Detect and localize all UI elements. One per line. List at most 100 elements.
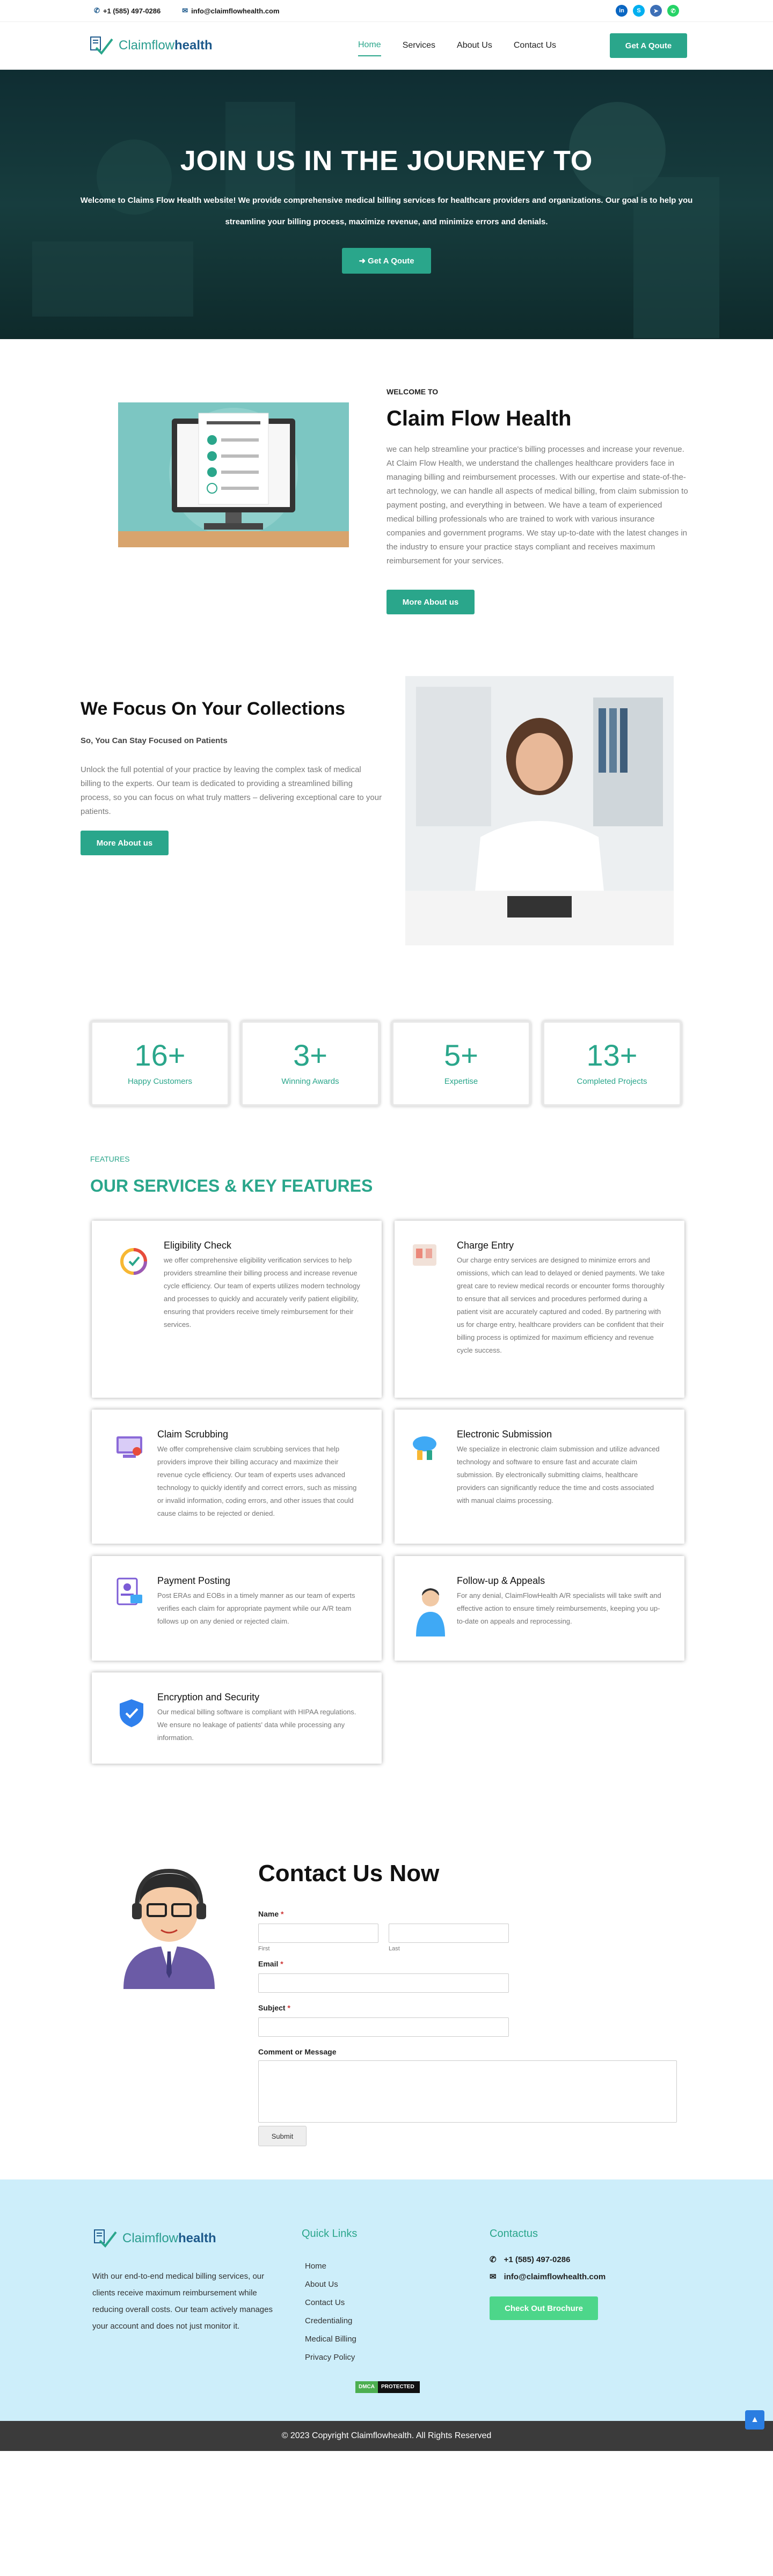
last-hint: Last bbox=[389, 1946, 400, 1952]
service-text: For any denial, ClaimFlowHealth A/R spec… bbox=[457, 1591, 661, 1625]
service-text: We offer comprehensive claim scrubbing s… bbox=[157, 1445, 357, 1517]
service-card-charge-entry: Charge Entry Our charge entry services a… bbox=[395, 1221, 684, 1398]
skype-icon[interactable]: S bbox=[633, 5, 645, 17]
nav-services[interactable]: Services bbox=[403, 35, 435, 56]
service-title: Encryption and Security bbox=[157, 1692, 260, 1702]
stat-number: 16+ bbox=[134, 1038, 186, 1072]
footer-link-medical-billing[interactable]: Medical Billing bbox=[305, 2330, 356, 2349]
focus-text: Unlock the full potential of your practi… bbox=[81, 765, 382, 816]
service-title: Charge Entry bbox=[457, 1240, 514, 1251]
email-input[interactable] bbox=[258, 1973, 509, 1993]
last-name-input[interactable] bbox=[389, 1924, 509, 1943]
footer-logo[interactable]: Claimflowhealth bbox=[92, 2228, 216, 2249]
subject-label: Subject * bbox=[258, 2003, 290, 2012]
copyright-text: © 2023 Copyright Claimflowhealth. All Ri… bbox=[281, 2431, 492, 2440]
nav-home[interactable]: Home bbox=[358, 35, 381, 56]
get-quote-button[interactable]: Get A Qoute bbox=[610, 33, 687, 58]
stat-card: 16+ Happy Customers bbox=[90, 1021, 230, 1106]
claim-scrubbing-icon bbox=[116, 1436, 142, 1458]
chevron-up-icon: ▲ bbox=[750, 2415, 759, 2424]
contact-title: Contact Us Now bbox=[258, 1860, 440, 1887]
service-text: Post ERAs and EOBs in a timely manner as… bbox=[157, 1591, 355, 1625]
service-card-claim-scrubbing: Claim Scrubbing We offer comprehensive c… bbox=[92, 1410, 382, 1544]
stat-card: 3+ Winning Awards bbox=[240, 1021, 380, 1106]
service-card-eligibility: Eligibility Check we offer comprehensive… bbox=[92, 1221, 382, 1398]
stat-label: Winning Awards bbox=[281, 1077, 339, 1086]
about-illustration bbox=[118, 402, 349, 547]
topbar: ✆ +1 (585) 497-0286 ✉ info@claimflowheal… bbox=[0, 0, 773, 21]
first-hint: First bbox=[258, 1946, 270, 1952]
topbar-email[interactable]: ✉ info@claimflowhealth.com bbox=[182, 6, 279, 15]
service-text: Our medical billing software is complian… bbox=[157, 1708, 356, 1742]
stat-number: 3+ bbox=[293, 1038, 327, 1072]
hero-quote-button[interactable]: ➜ Get A Qoute bbox=[342, 248, 431, 274]
quick-links-title: Quick Links bbox=[302, 2228, 358, 2240]
scroll-to-top-button[interactable]: ▲ bbox=[745, 2410, 764, 2430]
logo-text-b: health bbox=[174, 38, 213, 53]
logo-text-b: health bbox=[178, 2231, 216, 2245]
charge-entry-icon bbox=[413, 1244, 436, 1266]
footer-link-credentialing[interactable]: Credentialing bbox=[305, 2312, 356, 2330]
footer-phone[interactable]: ✆ +1 (585) 497-0286 bbox=[490, 2255, 570, 2265]
first-name-input[interactable] bbox=[258, 1924, 378, 1943]
about-more-button[interactable]: More About us bbox=[386, 590, 475, 614]
copyright-bar: © 2023 Copyright Claimflowhealth. All Ri… bbox=[0, 2410, 773, 2451]
focus-title: We Focus On Your Collections bbox=[81, 699, 346, 719]
service-text: Our charge entry services are designed t… bbox=[457, 1256, 665, 1354]
footer-link-home[interactable]: Home bbox=[305, 2257, 356, 2276]
footer-email[interactable]: ✉ info@claimflowhealth.com bbox=[490, 2272, 606, 2282]
logo-text-a: Claimflow bbox=[119, 38, 175, 53]
nav-menu: Home Services About Us Contact Us Get A … bbox=[358, 33, 687, 58]
hero-section: JOIN US IN THE JOURNEY TO Welcome to Cla… bbox=[0, 70, 773, 339]
mail-icon: ✉ bbox=[182, 6, 188, 14]
footer-link-contact[interactable]: Contact Us bbox=[305, 2294, 356, 2312]
service-title: Electronic Submission bbox=[457, 1429, 552, 1440]
about-title: Claim Flow Health bbox=[386, 407, 572, 430]
footer-link-privacy[interactable]: Privacy Policy bbox=[305, 2349, 356, 2367]
eligibility-icon bbox=[120, 1248, 147, 1275]
brochure-button[interactable]: Check Out Brochure bbox=[490, 2296, 598, 2320]
focus-more-button[interactable]: More About us bbox=[81, 831, 169, 855]
service-text: we offer comprehensive eligibility verif… bbox=[164, 1256, 360, 1329]
nav-about[interactable]: About Us bbox=[457, 35, 492, 56]
service-text: We specialize in electronic claim submis… bbox=[457, 1445, 660, 1504]
about-text: we can help streamline your practice's b… bbox=[386, 445, 688, 566]
payment-posting-icon bbox=[116, 1577, 142, 1605]
dmca-badge[interactable]: DMCA PROTECTED bbox=[355, 2381, 420, 2393]
focus-section: We Focus On Your Collections So, You Can… bbox=[0, 672, 773, 1021]
footer-link-about[interactable]: About Us bbox=[305, 2276, 356, 2294]
about-section: WELCOME TO Claim Flow Health we can help… bbox=[0, 339, 773, 672]
contact-us-title: Contactus bbox=[490, 2228, 538, 2240]
doctor-photo bbox=[405, 676, 674, 945]
service-card-payment-posting: Payment Posting Post ERAs and EOBs in a … bbox=[92, 1556, 382, 1661]
telegram-icon[interactable]: ➤ bbox=[650, 5, 662, 17]
stat-number: 5+ bbox=[444, 1038, 478, 1072]
hero-text: Welcome to Claims Flow Health website! W… bbox=[80, 196, 693, 226]
shield-icon bbox=[120, 1699, 143, 1727]
logo-icon bbox=[90, 36, 113, 55]
service-title: Eligibility Check bbox=[164, 1240, 232, 1251]
social-links: in S ➤ ✆ bbox=[616, 5, 679, 17]
service-card-encryption: Encryption and Security Our medical bill… bbox=[92, 1672, 382, 1764]
support-agent-avatar bbox=[123, 1868, 215, 1989]
nav-contact[interactable]: Contact Us bbox=[514, 35, 556, 56]
phone-icon: ✆ bbox=[490, 2255, 497, 2264]
site-logo[interactable]: Claimflowhealth bbox=[89, 35, 213, 56]
follow-up-icon bbox=[416, 1588, 445, 1636]
stats-section: 16+ Happy Customers 3+ Winning Awards 5+… bbox=[0, 1021, 773, 1155]
footer-description: With our end-to-end medical billing serv… bbox=[92, 2272, 273, 2331]
service-card-electronic-submission: Electronic Submission We specialize in e… bbox=[395, 1410, 684, 1544]
linkedin-icon[interactable]: in bbox=[616, 5, 628, 17]
comment-textarea[interactable] bbox=[258, 2060, 677, 2123]
mail-icon: ✉ bbox=[490, 2272, 497, 2281]
topbar-phone[interactable]: ✆ +1 (585) 497-0286 bbox=[94, 6, 161, 15]
main-nav: Claimflowhealth Home Services About Us C… bbox=[0, 21, 773, 70]
whatsapp-icon[interactable]: ✆ bbox=[667, 5, 679, 17]
electronic-submission-icon bbox=[413, 1436, 436, 1460]
submit-button[interactable]: Submit bbox=[258, 2126, 307, 2146]
stat-label: Happy Customers bbox=[127, 1077, 193, 1086]
service-title: Follow-up & Appeals bbox=[457, 1575, 545, 1586]
comment-label: Comment or Message bbox=[258, 2047, 337, 2056]
subject-input[interactable] bbox=[258, 2017, 509, 2037]
service-card-follow-up: Follow-up & Appeals For any denial, Clai… bbox=[395, 1556, 684, 1661]
